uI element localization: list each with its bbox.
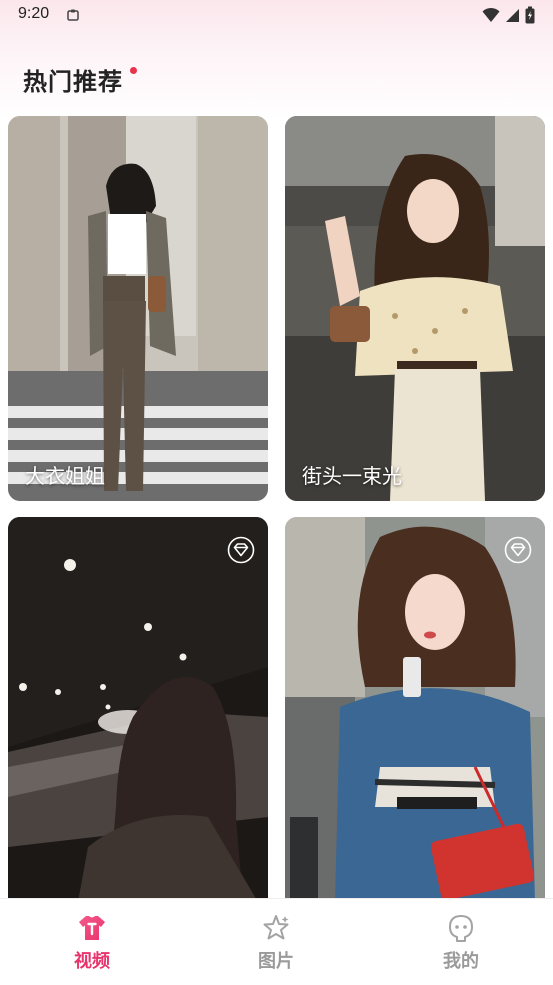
card-photo-tunnel-woman: [8, 517, 268, 898]
card-photo-coat-woman: [8, 116, 268, 501]
cellular-signal-icon: [506, 9, 519, 22]
wallpaper-card-3[interactable]: [8, 517, 268, 898]
title-accent-dot: [130, 67, 137, 74]
diamond-vip-icon: [504, 536, 532, 564]
wallpaper-card-4[interactable]: [285, 517, 545, 898]
nav-label: 我的: [443, 951, 479, 972]
clipboard-notification-icon: [67, 9, 79, 21]
nav-tab-images[interactable]: 图片: [231, 913, 321, 973]
card-photo-street-woman: [285, 116, 545, 501]
nav-label: 图片: [258, 951, 294, 972]
nav-tab-profile[interactable]: 我的: [416, 913, 506, 973]
status-icons: [482, 6, 535, 24]
page-title: 热门推荐: [23, 68, 123, 96]
card-title: 街头一束光: [302, 464, 402, 488]
wallpaper-card-1[interactable]: 大衣姐姐: [8, 116, 268, 501]
nav-label: 视频: [74, 951, 110, 972]
sparkle-star-icon: [263, 915, 289, 940]
status-bar: 9:20: [0, 0, 553, 32]
card-photo-denim-woman: [285, 517, 545, 898]
wifi-icon: [482, 7, 500, 22]
card-title: 大衣姐姐: [25, 464, 105, 488]
nav-tab-video[interactable]: 视频: [47, 913, 137, 973]
bottom-navigation: 视频 图片 我的: [0, 898, 553, 985]
battery-icon: [525, 6, 535, 24]
profile-face-icon: [449, 915, 473, 942]
wallpaper-card-2[interactable]: 街头一束光: [285, 116, 545, 501]
diamond-vip-icon: [227, 536, 255, 564]
tshirt-icon: [79, 916, 105, 940]
status-time: 9:20: [18, 5, 50, 22]
